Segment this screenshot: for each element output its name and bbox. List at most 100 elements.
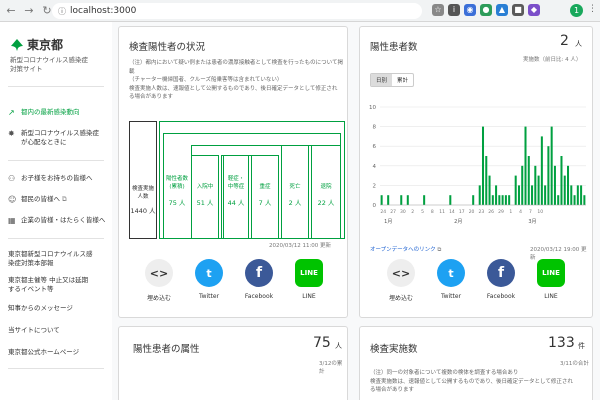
browser-toolbar: ← → ↻ ⓘ localhost:3000 ☆ i ◉ ● ▲ ■ ◆ 1 ⋮ xyxy=(0,0,600,22)
profile-avatar[interactable]: 1 xyxy=(570,4,583,17)
sidebar-item-companies[interactable]: ▦ 企業の皆様・はたらく皆様へ xyxy=(8,216,108,225)
share-label: LINE xyxy=(302,293,316,300)
site-title: 東京都 xyxy=(27,38,64,52)
tests-card: 検査実施数 133 件 3/11の合計 （注）同一の対象者について複数の検体を調… xyxy=(359,326,593,400)
share-label: Twitter xyxy=(198,293,220,300)
bar xyxy=(400,195,403,205)
sidebar-item-label: お子様をお持ちの皆様へ xyxy=(21,174,93,182)
flow-box-tested xyxy=(129,121,157,239)
extension-icon-4[interactable]: ■ xyxy=(512,4,524,16)
patients-unit: 人 xyxy=(575,40,582,48)
share-label: 埋め込む xyxy=(146,295,171,302)
toggle-cumulative[interactable]: 累計 xyxy=(392,74,413,86)
embed-button[interactable]: <> 埋め込む xyxy=(134,259,184,302)
divider xyxy=(8,86,104,87)
attribute-card: 陽性患者の属性 75 人 3/12の累計 xyxy=(118,326,348,400)
share-label: LINE xyxy=(544,293,558,300)
opendata-link[interactable]: オープンデータへのリンク ⧉ xyxy=(370,245,441,254)
external-link-icon: ⧉ xyxy=(62,195,67,203)
card-title: 陽性患者の属性 xyxy=(133,344,200,355)
line-icon: LINE xyxy=(537,259,565,287)
sidebar-link-official-site[interactable]: 東京都公式ホームページ xyxy=(8,348,108,357)
month-label: 3月 xyxy=(528,219,536,225)
sidebar-link-hq-report[interactable]: 東京都新型コロナウイルス感 染症対策本部報 xyxy=(8,250,108,268)
bar xyxy=(531,185,534,205)
twitter-share-button[interactable]: t Twitter xyxy=(184,259,234,302)
flow-label-tested: 検査実施 人数 xyxy=(131,186,154,200)
opendata-link-label: オープンデータへのリンク xyxy=(370,247,436,253)
flow-label-death: 死亡 xyxy=(289,184,301,190)
bar xyxy=(517,185,520,205)
site-logo[interactable]: 東京都 xyxy=(10,36,63,53)
flow-label-severe: 重症 xyxy=(259,184,271,190)
bar xyxy=(387,195,390,205)
star-icon[interactable]: ☆ xyxy=(432,4,444,16)
month-label: 2月 xyxy=(454,219,462,225)
divider xyxy=(8,368,104,369)
toggle-daily[interactable]: 日別 xyxy=(371,74,393,86)
x-tick-label: 17 xyxy=(459,209,465,215)
sidebar-item-worried[interactable]: ✸ 新型コロナウイルス感染症 が心配なときに xyxy=(8,129,108,147)
sidebar-item-citizens[interactable]: ☺ 都民の皆様へ ⧉ xyxy=(8,195,108,204)
facebook-share-button[interactable]: f Facebook xyxy=(234,259,284,302)
card-title: 検査実施数 xyxy=(370,344,418,355)
bar xyxy=(406,195,409,205)
forward-icon[interactable]: → xyxy=(22,4,36,18)
twitter-icon: t xyxy=(195,259,223,287)
extension-icon-1[interactable]: ◉ xyxy=(464,4,476,16)
attribute-count: 75 xyxy=(313,335,331,351)
sidebar-link-governor-message[interactable]: 知事からのメッセージ xyxy=(8,304,108,313)
y-tick-label: 4 xyxy=(373,164,377,170)
menu-icon[interactable]: ⋮ xyxy=(588,4,597,14)
y-tick-label: 0 xyxy=(373,203,377,209)
x-tick-label: 5 xyxy=(421,209,424,215)
bar xyxy=(449,195,452,205)
card-title: 検査陽性者の状況 xyxy=(129,42,206,53)
info-icon[interactable]: i xyxy=(448,4,460,16)
external-link-icon: ⧉ xyxy=(437,247,442,253)
twitter-share-button[interactable]: t Twitter xyxy=(426,259,476,302)
bar xyxy=(553,165,556,205)
facebook-icon: f xyxy=(487,259,515,287)
line-icon: LINE xyxy=(295,259,323,287)
main-content: 検査陽性者の状況 （注）都内において疑い例または患者の濃厚接触者として検査を行っ… xyxy=(112,22,600,400)
x-tick-label: 7 xyxy=(529,209,532,215)
extension-icon-3[interactable]: ▲ xyxy=(496,4,508,16)
x-tick-label: 8 xyxy=(431,209,434,215)
tokyo-leaf-icon xyxy=(11,38,23,51)
sidebar-item-latest-trend[interactable]: ↗ 都内の最新感染動向 xyxy=(8,108,108,117)
line-share-button[interactable]: LINE LINE xyxy=(526,259,576,302)
extension-icon-5[interactable]: ◆ xyxy=(528,4,540,16)
info-icon[interactable]: ⓘ xyxy=(58,6,66,17)
x-tick-label: 20 xyxy=(469,209,475,215)
line-share-button[interactable]: LINE LINE xyxy=(284,259,334,302)
flow-label-hospitalized: 入院中 xyxy=(196,184,214,190)
back-icon[interactable]: ← xyxy=(4,4,18,18)
sidebar-link-events[interactable]: 東京都主催等 中止又は延期 するイベント等 xyxy=(8,276,108,294)
bar xyxy=(380,195,383,205)
flow-box-discharged xyxy=(311,145,341,239)
x-tick-label: 23 xyxy=(478,209,484,215)
bar xyxy=(527,156,530,205)
sidebar-link-about[interactable]: 当サイトについて xyxy=(8,326,108,335)
patients-bar-chart: 024681024 27 30 2 5 8 11 14 17 20 23 26 29 1 4 7 101月 2月 3… xyxy=(369,105,586,225)
sidebar-item-label: 都内の最新感染動向 xyxy=(21,108,80,116)
bar xyxy=(481,126,485,205)
x-tick-label: 27 xyxy=(390,209,396,215)
daily-cumulative-toggle[interactable]: 日別 累計 xyxy=(370,73,415,87)
bar xyxy=(563,175,566,205)
attribute-unit: 人 xyxy=(335,342,342,350)
facebook-share-button[interactable]: f Facebook xyxy=(476,259,526,302)
sidebar-item-parents[interactable]: ⚇ お子様をお持ちの皆様へ xyxy=(8,174,108,183)
bar xyxy=(423,195,426,205)
flow-value-hospitalized: 51 人 xyxy=(196,199,214,207)
facebook-icon: f xyxy=(245,259,273,287)
address-bar[interactable]: ⓘ localhost:3000 xyxy=(52,3,422,19)
patients-subtext: 実施数（前日比: 4 人） xyxy=(523,57,582,63)
card-title: 陽性患者数 xyxy=(370,42,418,53)
embed-button[interactable]: <> 埋め込む xyxy=(376,259,426,302)
card-note: （注）都内において疑い例または患者の濃厚接触者として検査を行ったものについて掲 … xyxy=(129,60,344,100)
updated-timestamp: 2020/03/12 11:00 更新 xyxy=(269,243,332,249)
extension-icon-2[interactable]: ● xyxy=(480,4,492,16)
sidebar-item-label: 都民の皆様へ xyxy=(21,195,60,203)
